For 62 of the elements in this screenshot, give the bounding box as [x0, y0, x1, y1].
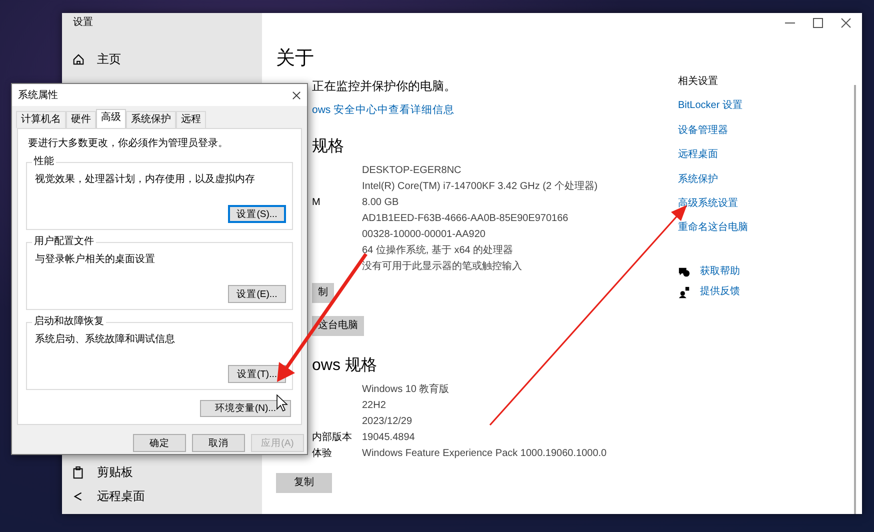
- support-link[interactable]: 提供反馈: [700, 285, 740, 300]
- settings-link[interactable]: 高级系统设置: [678, 196, 828, 211]
- copy-button[interactable]: 制: [312, 283, 334, 303]
- support-link[interactable]: 获取帮助: [700, 265, 740, 280]
- spec-value: 64 位操作系统, 基于 x64 的处理器: [362, 245, 514, 256]
- environment-variables-button[interactable]: 环境变量(N)...: [200, 400, 291, 417]
- tab[interactable]: 远程: [176, 111, 206, 128]
- settings-button[interactable]: 设置(S)...: [228, 205, 286, 223]
- section-heading: 相关设置: [678, 75, 719, 89]
- group-title: 性能: [32, 156, 56, 168]
- group-title: 启动和故障恢复: [32, 316, 106, 328]
- chat-help-icon: [678, 266, 691, 279]
- scroll-bar[interactable]: [854, 85, 856, 514]
- spec-label: 内部版本: [312, 432, 352, 443]
- tab[interactable]: 系统保护: [126, 111, 176, 128]
- page-heading: 关于: [276, 47, 315, 71]
- settings-link[interactable]: 远程桌面: [678, 148, 828, 162]
- close-icon[interactable]: [292, 90, 301, 100]
- spec-label: M: [312, 197, 320, 208]
- spec-label: 体验: [312, 448, 332, 459]
- sidebar-item[interactable]: 主页: [62, 47, 262, 71]
- settings-link[interactable]: 重命名这台电脑: [678, 221, 828, 236]
- dialog-button[interactable]: 取消: [192, 434, 245, 452]
- close-icon[interactable]: [840, 17, 852, 29]
- sidebar-item[interactable]: 剪贴板: [62, 460, 262, 484]
- home-icon: [72, 52, 85, 66]
- security-link[interactable]: ows 安全中心中查看详细信息: [312, 102, 455, 118]
- section-heading: 规格: [312, 137, 345, 157]
- spec-value: DESKTOP-EGER8NC: [362, 165, 462, 176]
- spec-value: Windows Feature Experience Pack 1000.19060.1000.0: [362, 448, 607, 459]
- group-description: 与登录帐户相关的桌面设置: [35, 254, 156, 266]
- window-title: 设置: [72, 16, 94, 30]
- status-text: 正在监控并保护你的电脑。: [312, 78, 457, 95]
- tab[interactable]: 硬件: [66, 111, 96, 128]
- sidebar-item[interactable]: 远程桌面: [62, 484, 262, 508]
- group-description: 视觉效果，处理器计划，内存使用，以及虚拟内存: [35, 174, 256, 186]
- tab[interactable]: 计算机名: [16, 111, 66, 128]
- spec-value: AD1B1EED-F63B-4666-AA0B-85E90E970166: [362, 213, 568, 224]
- spec-value: 没有可用于此显示器的笔或触控输入: [362, 261, 522, 272]
- settings-button[interactable]: 设置(E)...: [228, 285, 286, 303]
- spec-value: 8.00 GB: [362, 197, 399, 208]
- dialog-title: 系统属性: [18, 88, 58, 102]
- settings-link[interactable]: BitLocker 设置: [678, 99, 828, 114]
- spec-value: 19045.4894: [362, 432, 415, 443]
- person-feedback-icon: [678, 286, 691, 299]
- settings-link[interactable]: 设备管理器: [678, 124, 828, 138]
- spec-value: Intel(R) Core(TM) i7-14700KF 3.42 GHz (2 个处理器): [362, 181, 598, 192]
- spec-value: 22H2: [362, 400, 386, 411]
- group-title: 用户配置文件: [32, 236, 96, 248]
- spec-value: 00328-10000-00001-AA920: [362, 229, 486, 240]
- clipboard-icon: [72, 466, 85, 478]
- maximize-icon[interactable]: [812, 17, 824, 29]
- cursor-icon: [276, 394, 288, 412]
- copy-button[interactable]: 复制: [276, 473, 332, 493]
- dialog-button[interactable]: 确定: [133, 434, 186, 452]
- spec-value: 2023/12/29: [362, 416, 412, 427]
- tab[interactable]: 高级: [96, 109, 126, 128]
- notice-text: 要进行大多数更改，你必须作为管理员登录。: [28, 137, 229, 150]
- spec-value: Windows 10 教育版: [362, 384, 450, 395]
- group-description: 系统启动、系统故障和调试信息: [35, 334, 176, 346]
- section-heading: ows 规格: [312, 356, 378, 376]
- settings-link[interactable]: 系统保护: [678, 172, 828, 187]
